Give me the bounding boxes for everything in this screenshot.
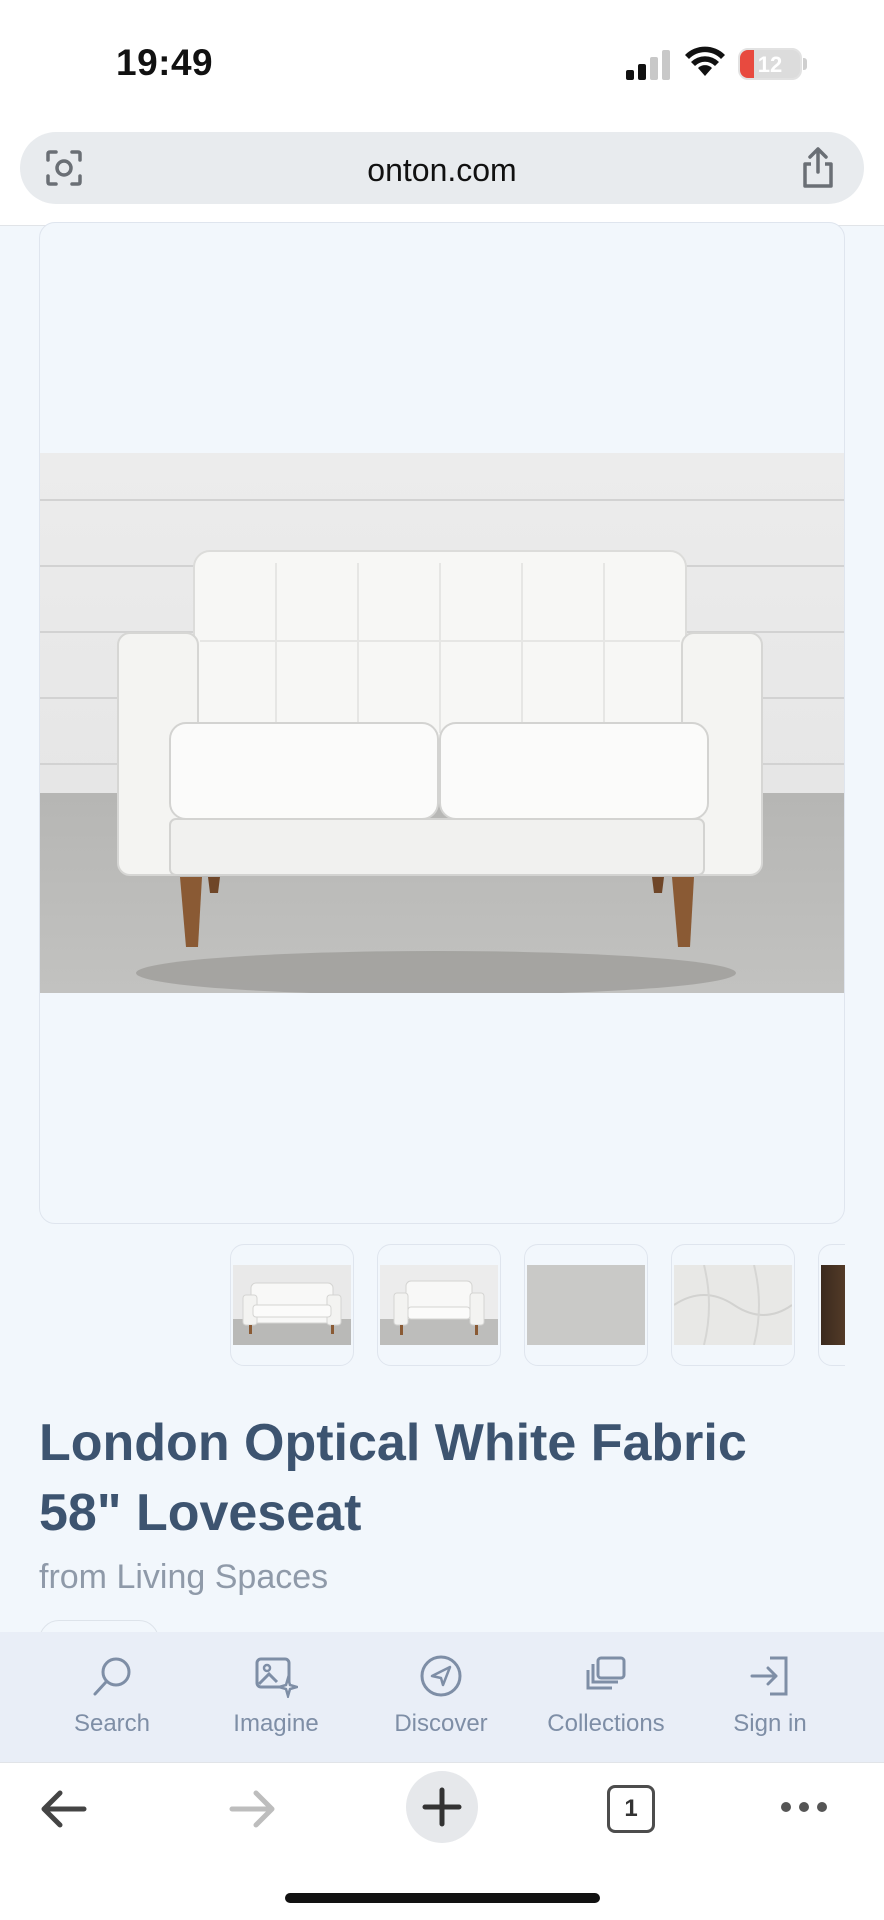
thumbnail-image [380, 1265, 498, 1345]
discover-icon [420, 1655, 462, 1697]
tabs-button[interactable]: 1 [607, 1785, 655, 1833]
product-image-card[interactable] [39, 222, 845, 1224]
app-bottom-nav: Search Imagine Discover Collections Sign… [0, 1632, 884, 1762]
thumbnail-fabric-swatch[interactable] [524, 1244, 648, 1366]
forward-arrow-icon[interactable] [228, 1787, 278, 1831]
home-indicator [285, 1893, 600, 1903]
status-bar: 19:49 12 [0, 0, 884, 128]
battery-tip [803, 58, 807, 70]
nav-item-imagine[interactable]: Imagine [196, 1632, 356, 1762]
thumbnail-sofa-angle-view[interactable] [230, 1244, 354, 1366]
product-photo [40, 453, 844, 993]
nav-label: Collections [547, 1710, 665, 1737]
battery-level: 12 [757, 52, 783, 77]
new-tab-button[interactable] [406, 1771, 478, 1843]
battery-icon: 12 [738, 48, 802, 80]
status-time: 19:49 [116, 42, 214, 83]
screen: 19:49 12 onton.com London Optical White … [0, 0, 884, 1920]
nav-label: Imagine [233, 1710, 319, 1737]
thumbnail-image [674, 1265, 792, 1345]
url-text: onton.com [367, 152, 517, 188]
product-title: London Optical White Fabric 58" Loveseat [39, 1414, 747, 1542]
new-tab-plus-icon [422, 1787, 462, 1827]
thumbnail-image [821, 1265, 845, 1345]
nav-item-discover[interactable]: Discover [361, 1632, 521, 1762]
nav-label: Discover [394, 1710, 488, 1737]
share-icon[interactable] [798, 146, 838, 190]
search-icon [93, 1657, 131, 1696]
thumbnail-strip [230, 1244, 845, 1368]
thumbnail-image [527, 1265, 645, 1345]
collections-icon [586, 1656, 626, 1690]
more-icon[interactable] [780, 1801, 828, 1813]
loveseat-illustration [117, 550, 763, 993]
nav-label: Search [73, 1710, 151, 1737]
thumbnail-image [233, 1265, 351, 1345]
thumbnail-room-scene[interactable] [818, 1244, 845, 1366]
product-source[interactable]: from Living Spaces [39, 1558, 328, 1597]
nav-item-collections[interactable]: Collections [526, 1632, 686, 1762]
thumbnail-tufting-detail[interactable] [671, 1244, 795, 1366]
nav-item-sign-in[interactable]: Sign in [690, 1632, 850, 1762]
signal-icon [626, 50, 670, 80]
imagine-icon [255, 1657, 298, 1698]
nav-label: Sign in [733, 1710, 807, 1737]
wifi-icon [685, 46, 725, 76]
back-arrow-icon[interactable] [38, 1787, 88, 1831]
address-bar-area: onton.com [0, 128, 884, 226]
nav-item-search[interactable]: Search [32, 1632, 192, 1762]
thumbnail-sofa-front-view[interactable] [377, 1244, 501, 1366]
address-bar[interactable]: onton.com [20, 132, 864, 204]
sign-in-icon [750, 1656, 788, 1696]
